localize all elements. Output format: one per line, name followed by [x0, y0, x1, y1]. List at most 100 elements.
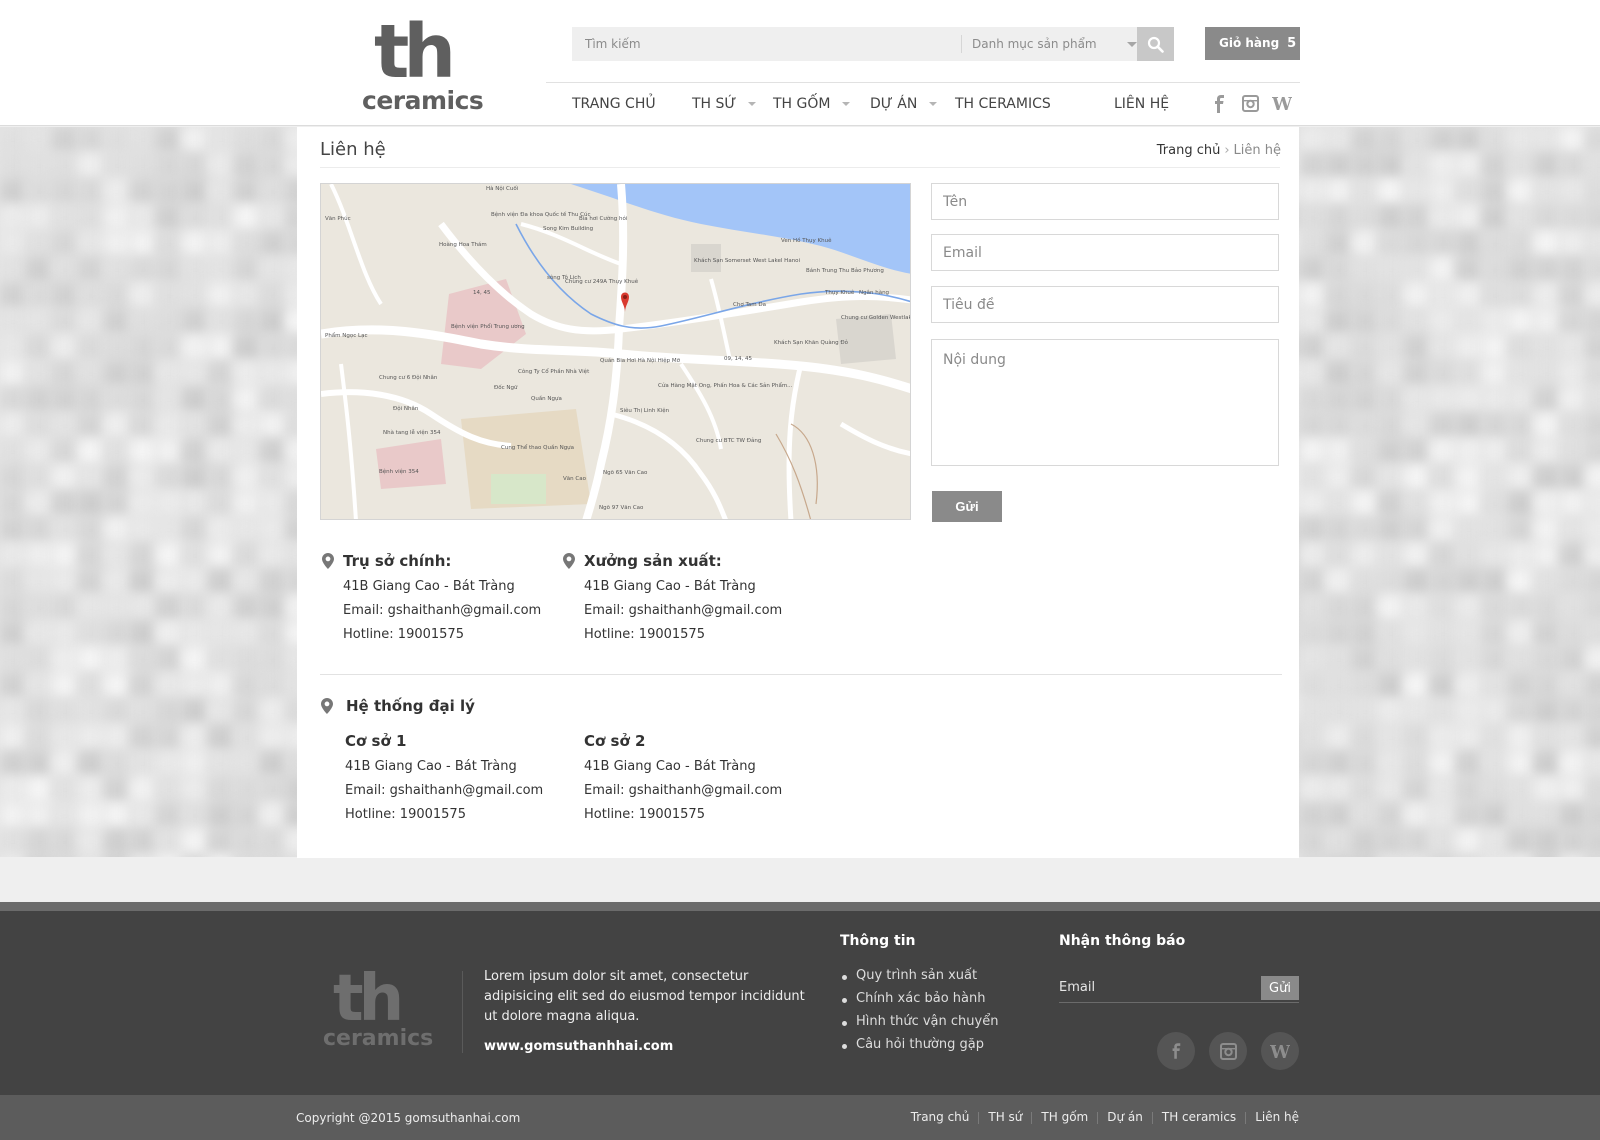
- nav-item-du-an[interactable]: DỰ ÁN: [870, 96, 938, 112]
- instagram-icon[interactable]: [1242, 95, 1259, 116]
- map-label: Văn Phúc: [325, 215, 351, 222]
- background-tile: [260, 205, 286, 231]
- send-button[interactable]: Gửi: [932, 491, 1002, 522]
- background-tile: [156, 283, 182, 309]
- background-tile: [130, 257, 156, 283]
- background-tile: [104, 127, 130, 153]
- map-label: Quán Bia Hơi Hà Nội Hiệp Mỡ: [600, 357, 681, 364]
- bottom-link-home[interactable]: Trang chủ: [911, 1110, 970, 1124]
- map-label: Chung cư BTC TW Đảng: [696, 437, 761, 444]
- footer-instagram-button[interactable]: [1209, 1032, 1247, 1070]
- background-tile: [260, 751, 286, 777]
- background-tile: [78, 855, 104, 857]
- bottom-link-th-ceramics[interactable]: TH ceramics: [1162, 1110, 1236, 1124]
- facebook-icon: [1172, 1043, 1181, 1059]
- background-tile: [0, 803, 26, 829]
- map-label: Siêu Thị Linh Kiện: [620, 407, 670, 414]
- background-tile: [1560, 725, 1586, 751]
- background-tile: [156, 673, 182, 699]
- background-tile: [1430, 257, 1456, 283]
- nav-item-th-su[interactable]: TH SỨ: [692, 96, 757, 112]
- footer-description: Lorem ipsum dolor sit amet, consectetur …: [484, 969, 805, 1024]
- background-tile: [1430, 465, 1456, 491]
- location-map[interactable]: Hà Nội Cuối Bệnh viện Đa khoa Quốc tế Thu…: [320, 183, 911, 520]
- footer-website-link[interactable]: www.gomsuthanhhai.com: [484, 1039, 673, 1054]
- background-tile: [1508, 569, 1534, 595]
- background-tile: [1430, 829, 1456, 855]
- background-tile: [1534, 387, 1560, 413]
- background-tile: [1352, 257, 1378, 283]
- bottom-link-lien-he[interactable]: Liên hệ: [1255, 1110, 1299, 1124]
- map-label: sông Tô Lịch: [547, 274, 581, 281]
- background-tile: [26, 387, 52, 413]
- background-tile: [1300, 309, 1326, 335]
- background-tile: [1560, 569, 1586, 595]
- background-tile: [182, 127, 208, 153]
- footer-logo[interactable]: th ceramics: [323, 966, 435, 1056]
- background-tile: [0, 413, 26, 439]
- map-label: Phẩm Ngọc Lạc: [325, 332, 367, 339]
- background-tile: [208, 361, 234, 387]
- background-tile: [1534, 439, 1560, 465]
- background-tile: [1560, 803, 1586, 829]
- background-tile: [260, 309, 286, 335]
- name-field[interactable]: [931, 183, 1279, 220]
- newsletter-email-input[interactable]: [1059, 973, 1249, 1001]
- nav-item-home[interactable]: TRANG CHỦ: [572, 96, 656, 112]
- message-field[interactable]: [931, 339, 1279, 466]
- background-tile: [0, 309, 26, 335]
- background-tile: [0, 387, 26, 413]
- map-label: Bánh Trung Thu Bảo Phương: [806, 267, 884, 274]
- background-tile: [1482, 465, 1508, 491]
- footer-info-link[interactable]: Hình thức vận chuyển: [840, 1014, 998, 1029]
- background-tile: [1482, 751, 1508, 777]
- wordpress-icon[interactable]: W: [1271, 94, 1293, 116]
- footer-info-link[interactable]: Quy trình sản xuất: [840, 968, 998, 983]
- map-label: Song Kim Building: [543, 226, 593, 232]
- site-logo[interactable]: th ceramics: [362, 12, 487, 115]
- background-tile: [1560, 257, 1586, 283]
- nav-item-lien-he[interactable]: LIÊN HỆ: [1114, 96, 1169, 112]
- background-tile: [0, 595, 26, 621]
- background-tile: [1482, 543, 1508, 569]
- background-tile: [208, 153, 234, 179]
- background-tile: [1352, 439, 1378, 465]
- nav-item-th-gom[interactable]: TH GỐM: [773, 96, 851, 112]
- bottom-link-du-an[interactable]: Dự án: [1107, 1110, 1143, 1124]
- footer-info-link[interactable]: Câu hỏi thường gặp: [840, 1037, 998, 1052]
- background-tile: [1326, 803, 1352, 829]
- bottom-link-th-su[interactable]: TH sứ: [988, 1110, 1022, 1124]
- background-tile: [1456, 621, 1482, 647]
- background-tile: [78, 387, 104, 413]
- background-tile: [1586, 153, 1600, 179]
- background-tile: [234, 387, 260, 413]
- map-label: Ngõ 65 Văn Cao: [603, 470, 648, 476]
- background-tile: [1300, 777, 1326, 803]
- background-tile: [1586, 543, 1600, 569]
- breadcrumb-home[interactable]: Trang chủ: [1157, 143, 1221, 158]
- search-input[interactable]: [572, 27, 960, 61]
- email-field[interactable]: [931, 234, 1279, 271]
- footer-wordpress-button[interactable]: W: [1261, 1032, 1299, 1070]
- background-tile: [1456, 647, 1482, 673]
- background-tile: [1352, 517, 1378, 543]
- background-tile: [52, 127, 78, 153]
- cart-button[interactable]: Giỏ hàng 5: [1205, 27, 1300, 60]
- nav-item-th-ceramics[interactable]: TH CERAMICS: [955, 96, 1051, 112]
- bottom-link-th-gom[interactable]: TH gốm: [1041, 1110, 1088, 1124]
- newsletter-submit-button[interactable]: Gửi: [1261, 976, 1299, 1000]
- background-tile: [1404, 387, 1430, 413]
- facebook-icon[interactable]: [1212, 95, 1226, 117]
- background-tile: [156, 257, 182, 283]
- footer-info-link[interactable]: Chính xác bảo hành: [840, 991, 998, 1006]
- background-tile: [1300, 751, 1326, 777]
- background-tile: [1508, 621, 1534, 647]
- category-select[interactable]: Danh mục sản phẩm: [972, 27, 1137, 61]
- footer-facebook-button[interactable]: [1157, 1032, 1195, 1070]
- map-label: Ven Hồ Thụy Khuê: [781, 236, 832, 244]
- subject-field[interactable]: [931, 286, 1279, 323]
- background-tile: [1508, 153, 1534, 179]
- agency-title: Hệ thống đại lý: [321, 697, 475, 715]
- search-button[interactable]: [1137, 27, 1174, 61]
- background-tile: [0, 231, 26, 257]
